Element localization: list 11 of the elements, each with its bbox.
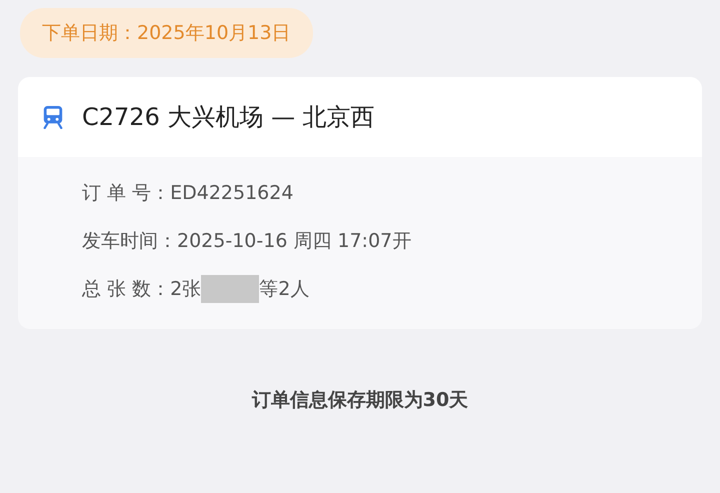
footer-note: 订单信息保存期限为30天	[250, 388, 470, 413]
detail-value: 等2人	[259, 277, 310, 302]
detail-label: 订 单 号：	[82, 181, 170, 206]
detail-label: 总 张 数：	[82, 277, 170, 302]
detail-value: 2025-10-16 周四 17:07开	[177, 229, 412, 254]
detail-value: ED42251624	[170, 182, 294, 204]
order-date-badge: 下单日期：2025年10月13日	[20, 8, 313, 58]
train-icon	[42, 105, 64, 129]
detail-value: 2张	[170, 277, 202, 302]
detail-label: 发车时间：	[82, 229, 177, 254]
train-title: C2726 大兴机场 — 北京西	[82, 102, 375, 133]
